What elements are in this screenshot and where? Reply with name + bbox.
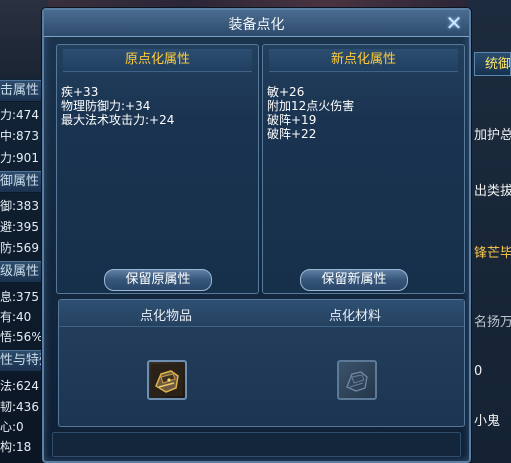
slots-header: 点化物品 点化材料 (59, 300, 464, 327)
sidebar-row: 防:569 (0, 241, 39, 255)
refine-material-label: 点化材料 (329, 309, 382, 324)
right-text: 0 (474, 364, 483, 379)
right-text: 小鬼 (474, 414, 501, 429)
attribute-line: 敏+26 (267, 85, 305, 99)
refine-slots-panel: 点化物品 点化材料 (58, 299, 465, 427)
sidebar-row: 中:873 (0, 129, 39, 143)
sidebar-row: 力:901 (0, 151, 39, 165)
left-portrait-strip (0, 0, 48, 78)
sidebar-header-special: 性与特殊 (0, 350, 46, 372)
refine-item-slot[interactable] (147, 360, 187, 400)
new-attributes-list: 敏+26 附加12点火伤害 破阵+19 破阵+22 (267, 85, 354, 141)
sidebar-row: 心:0 (0, 420, 24, 434)
close-icon[interactable]: ✕ (443, 12, 465, 34)
attribute-line: 破阵+19 (267, 113, 317, 127)
gauntlet-icon (151, 364, 183, 396)
new-attributes-header: 新点化属性 (269, 49, 458, 72)
sidebar-row: 有:40 (0, 310, 32, 324)
refine-item-label: 点化物品 (140, 309, 193, 324)
refine-material-slot[interactable] (337, 360, 377, 400)
right-text: 加护总 (474, 128, 511, 143)
keep-new-attributes-button[interactable]: 保留新属性 (300, 269, 408, 291)
right-text: 名扬万 (474, 315, 511, 330)
sidebar-row: 法:624 (0, 379, 39, 393)
dialog-footer (52, 432, 461, 457)
sidebar-row: 息:375 (0, 290, 39, 304)
sidebar-header-defense: 御属性 (0, 171, 46, 193)
attribute-line: 物理防御力:+34 (61, 99, 151, 113)
dialog-title: 装备点化 (228, 17, 285, 33)
sidebar-row: 构:18 (0, 440, 32, 454)
sidebar-row: 避:395 (0, 220, 39, 234)
attribute-line: 疾+33 (61, 85, 99, 99)
right-text: 出类拔 (474, 184, 511, 199)
sidebar-row: 御:383 (0, 199, 39, 213)
attribute-line: 最大法术攻击力:+24 (61, 113, 175, 127)
attribute-line: 破阵+22 (267, 127, 317, 141)
old-attributes-list: 疾+33 物理防御力:+34 最大法术攻击力:+24 (61, 85, 174, 127)
keep-old-attributes-button[interactable]: 保留原属性 (104, 269, 212, 291)
new-attributes-panel: 新点化属性 敏+26 附加12点火伤害 破阵+19 破阵+22 保留新属性 (262, 44, 465, 294)
sidebar-row: 力:474 (0, 108, 39, 122)
equip-refine-dialog: 装备点化 ✕ 原点化属性 疾+33 物理防御力:+34 最大法术攻击力:+24 … (42, 8, 471, 463)
tab-tongyu[interactable]: 统御 (474, 52, 511, 76)
sidebar-header-attack: 击属性 (0, 80, 46, 102)
sidebar-row: 悟:56% (0, 330, 43, 344)
title-bar[interactable]: 装备点化 ✕ (44, 10, 469, 37)
sidebar-row: 韧:436 (0, 400, 39, 414)
right-text: 锋芒毕 (474, 246, 511, 261)
gauntlet-ghost-icon (346, 371, 368, 392)
attribute-line: 附加12点火伤害 (267, 99, 355, 113)
old-attributes-header: 原点化属性 (63, 49, 252, 72)
old-attributes-panel: 原点化属性 疾+33 物理防御力:+34 最大法术攻击力:+24 保留原属性 (56, 44, 259, 294)
sidebar-header-level: 级属性 (0, 261, 46, 283)
